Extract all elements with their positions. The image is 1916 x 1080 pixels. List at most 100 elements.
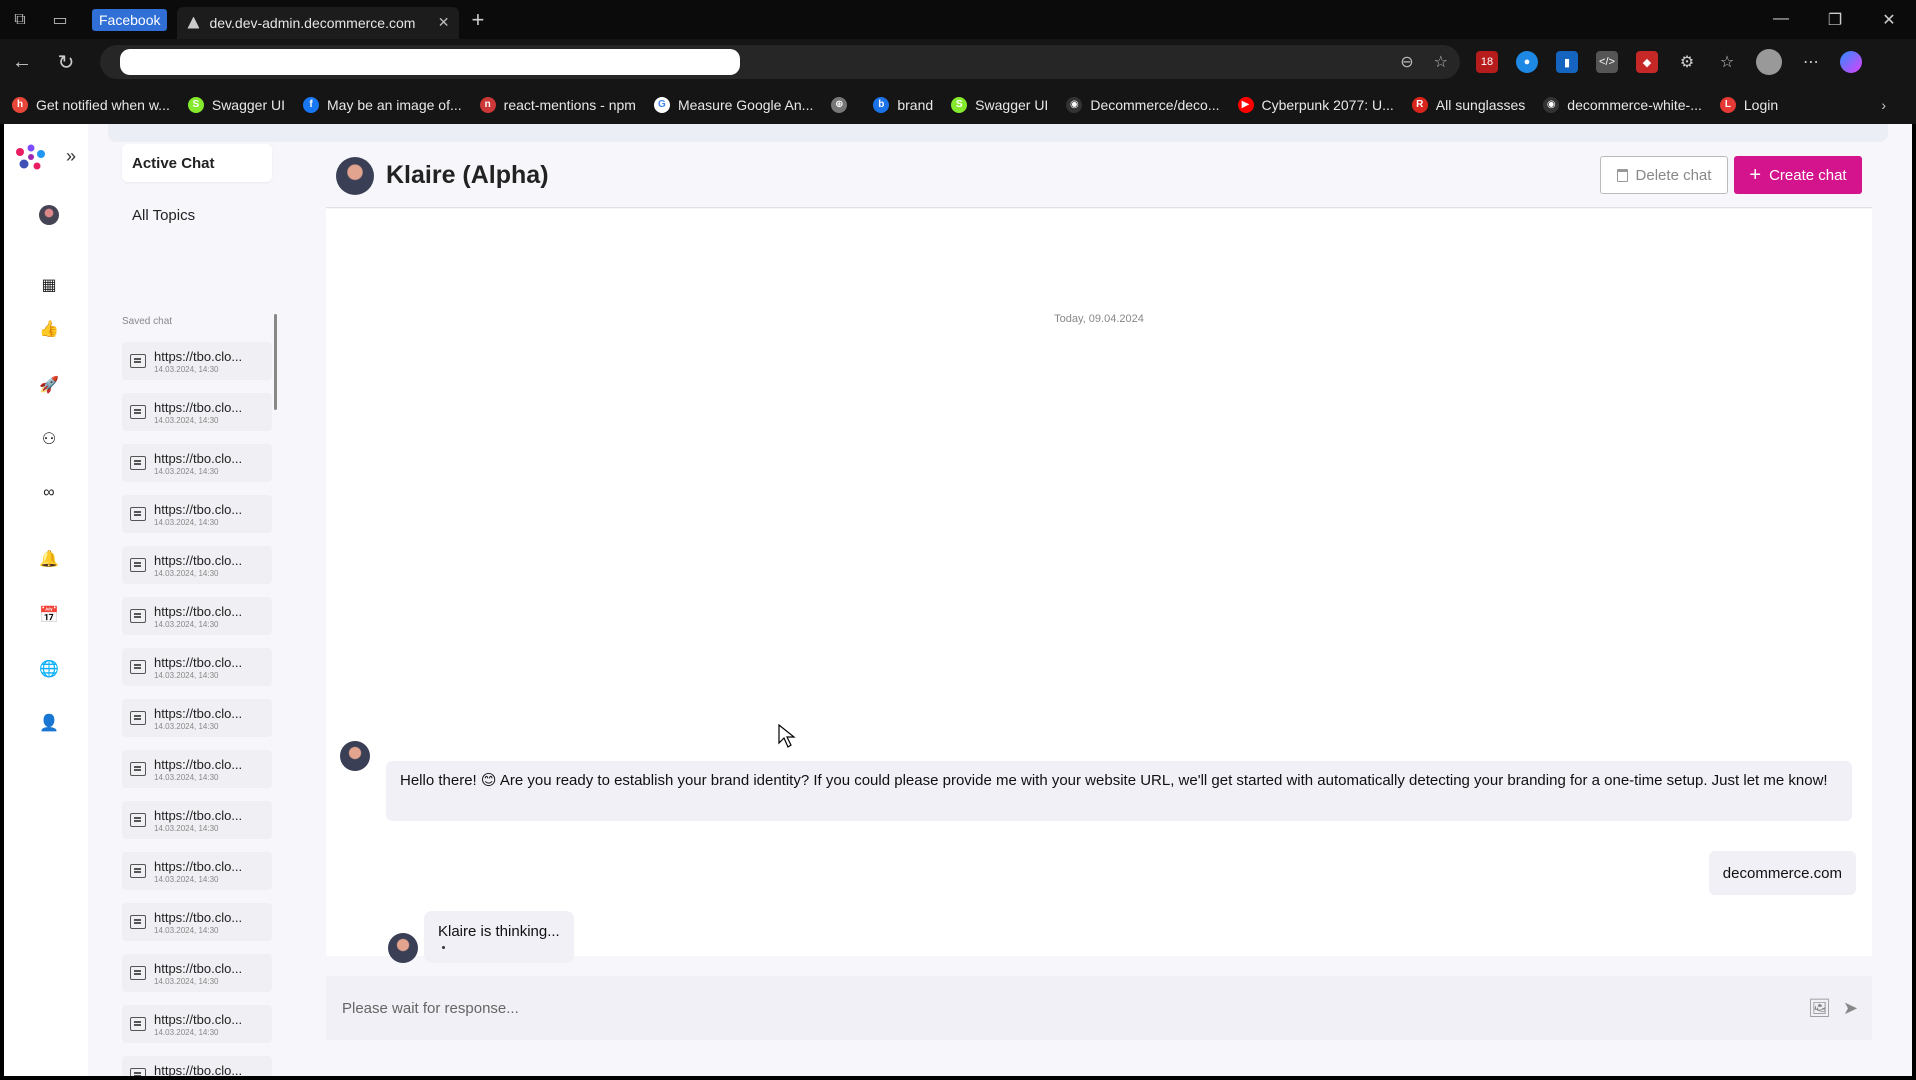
close-window-icon[interactable]: ✕: [1862, 10, 1916, 30]
analytics-icon[interactable]: ▦: [38, 274, 60, 296]
send-icon[interactable]: ➤: [1843, 998, 1858, 1019]
bookmark-item[interactable]: ◉ decommerce-white-...: [1543, 96, 1702, 113]
extension-code-icon[interactable]: </>: [1596, 51, 1618, 73]
bookmark-label: Swagger UI: [975, 96, 1049, 113]
bookmark-favicon-icon: R: [1411, 96, 1428, 113]
bookmark-favicon-icon: n: [479, 96, 496, 113]
bookmark-item[interactable]: f May be an image of...: [303, 96, 462, 113]
extension-red-icon[interactable]: ◆: [1636, 51, 1658, 73]
saved-chat-date: 14.03.2024, 14:30: [154, 568, 219, 578]
bookmark-favicon-icon: f: [303, 96, 320, 113]
saved-chat-item[interactable]: https://tbo.clo...14.03.2024, 14:30: [122, 903, 272, 941]
bookmark-item[interactable]: S Swagger UI: [187, 96, 285, 113]
hierarchy-icon[interactable]: ⚇: [38, 428, 60, 450]
thumbs-up-icon[interactable]: 👍: [38, 318, 60, 340]
bookmark-item[interactable]: n react-mentions - npm: [479, 96, 636, 113]
all-topics-button[interactable]: All Topics: [122, 196, 272, 234]
saved-list-scrollbar[interactable]: [274, 314, 277, 410]
browser-window: ⧉ ▭ Facebook dev.dev-admin.decommerce.co…: [0, 0, 1916, 1080]
message-composer: 🖼 ➤: [326, 976, 1872, 1040]
extension-trello-icon[interactable]: ▮: [1556, 51, 1578, 73]
bookmarks-overflow-icon[interactable]: ›: [1881, 97, 1886, 113]
bookmark-item[interactable]: b brand: [873, 96, 933, 113]
saved-chat-item[interactable]: https://tbo.clo...14.03.2024, 14:30: [122, 750, 272, 788]
saved-chat-text: https://tbo.clo...14.03.2024, 14:30: [154, 808, 242, 833]
tab-actions-icon[interactable]: ▭: [40, 0, 80, 39]
bookmark-item[interactable]: S Swagger UI: [951, 96, 1049, 113]
saved-chat-date: 14.03.2024, 14:30: [154, 976, 219, 986]
bookmark-item[interactable]: ⊕: [831, 96, 855, 113]
reload-icon[interactable]: ↻: [44, 50, 88, 75]
delete-chat-button[interactable]: Delete chat: [1600, 156, 1728, 194]
bookmark-item[interactable]: ◉ Decommerce/deco...: [1066, 96, 1220, 113]
saved-chat-title: https://tbo.clo...: [154, 501, 243, 517]
active-chat-button[interactable]: Active Chat: [122, 144, 272, 182]
active-tab[interactable]: dev.dev-admin.decommerce.com ✕: [177, 6, 460, 39]
extension-circle-icon[interactable]: ●: [1516, 51, 1538, 73]
saved-chat-item[interactable]: https://tbo.clo...14.03.2024, 14:30: [122, 444, 272, 482]
bookmark-item[interactable]: G Measure Google An...: [653, 96, 814, 113]
saved-chat-text: https://tbo.clo...14.03.2024, 14:30: [154, 502, 242, 527]
saved-chat-item[interactable]: https://tbo.clo...14.03.2024, 14:30: [122, 801, 272, 839]
saved-chat-item[interactable]: https://tbo.clo...14.03.2024, 14:30: [122, 954, 272, 992]
bot-message: Hello there! 😊 Are you ready to establis…: [386, 761, 1852, 821]
saved-chat-item[interactable]: https://tbo.clo...14.03.2024, 14:30: [122, 699, 272, 737]
bookmark-item[interactable]: L Login: [1719, 96, 1778, 113]
tab-group-label[interactable]: Facebook: [92, 8, 168, 31]
attach-image-icon[interactable]: 🖼: [1808, 998, 1831, 1019]
new-tab-icon[interactable]: +: [471, 7, 484, 33]
bookmark-item[interactable]: R All sunglasses: [1411, 96, 1525, 113]
saved-chat-item[interactable]: https://tbo.clo...14.03.2024, 14:30: [122, 393, 272, 431]
top-strip: [108, 124, 1888, 142]
saved-chat-date: 14.03.2024, 14:30: [154, 1027, 219, 1037]
saved-chat-item[interactable]: https://tbo.clo...14.03.2024, 14:30: [122, 597, 272, 635]
bookmark-label: Get notified when w...: [36, 96, 170, 113]
create-chat-button[interactable]: + Create chat: [1734, 156, 1862, 194]
back-icon[interactable]: ←: [0, 51, 44, 74]
saved-chat-item[interactable]: https://tbo.clo...14.03.2024, 14:30: [122, 546, 272, 584]
saved-chat-item[interactable]: https://tbo.clo...14.03.2024, 14:30: [122, 1056, 272, 1076]
profile-avatar[interactable]: [1756, 49, 1782, 75]
globe-icon[interactable]: 🌐: [38, 658, 60, 680]
zoom-icon[interactable]: ⊖: [1400, 52, 1413, 72]
composer-actions: 🖼 ➤: [1808, 998, 1858, 1019]
more-menu-icon[interactable]: ⋯: [1800, 51, 1822, 73]
copilot-icon[interactable]: [1840, 51, 1862, 73]
saved-chat-item[interactable]: https://tbo.clo...14.03.2024, 14:30: [122, 1005, 272, 1043]
saved-chat-text: https://tbo.clo...14.03.2024, 14:30: [154, 655, 242, 680]
workspaces-icon[interactable]: ⧉: [0, 0, 40, 39]
rail-avatar[interactable]: [38, 204, 60, 226]
bookmark-label: Measure Google An...: [677, 96, 814, 113]
app-logo-icon[interactable]: [12, 142, 50, 176]
bookmark-item[interactable]: ▶ Cyberpunk 2077: U...: [1237, 96, 1394, 113]
message-input[interactable]: [342, 999, 1809, 1017]
favorites-icon[interactable]: ☆: [1716, 51, 1738, 73]
extensions-puzzle-icon[interactable]: ⚙: [1676, 51, 1698, 73]
bell-icon[interactable]: 🔔: [38, 548, 60, 570]
saved-chat-title: https://tbo.clo...: [154, 705, 243, 721]
saved-chat-date: 14.03.2024, 14:30: [154, 721, 219, 731]
chat-bubble-icon: [130, 1068, 146, 1076]
saved-chat-item[interactable]: https://tbo.clo...14.03.2024, 14:30: [122, 342, 272, 380]
saved-chat-item[interactable]: https://tbo.clo...14.03.2024, 14:30: [122, 852, 272, 890]
bookmark-favicon-icon: b: [873, 96, 890, 113]
restore-icon[interactable]: ❐: [1808, 10, 1862, 30]
saved-chat-item[interactable]: https://tbo.clo...14.03.2024, 14:30: [122, 495, 272, 533]
favorite-star-icon[interactable]: ☆: [1434, 52, 1448, 72]
address-bar[interactable]: ⊖ ☆: [100, 45, 1460, 79]
mouse-cursor-icon: [778, 724, 796, 748]
delete-chat-label: Delete chat: [1635, 166, 1712, 184]
rocket-icon[interactable]: 🚀: [38, 374, 60, 396]
saved-chat-item[interactable]: https://tbo.clo...14.03.2024, 14:30: [122, 648, 272, 686]
close-tab-icon[interactable]: ✕: [438, 14, 450, 31]
minimize-icon[interactable]: —: [1754, 10, 1808, 30]
user-settings-icon[interactable]: 👤: [38, 712, 60, 734]
extension-badge-icon[interactable]: 18: [1476, 51, 1498, 73]
saved-chat-title: https://tbo.clo...: [154, 654, 243, 670]
integrations-icon[interactable]: ∞: [38, 482, 60, 504]
chat-bubble-icon: [130, 558, 146, 572]
bookmark-item[interactable]: h Get notified when w...: [12, 96, 170, 113]
calendar-icon[interactable]: 📅: [38, 604, 60, 626]
expand-rail-icon[interactable]: »: [66, 146, 76, 167]
saved-chat-date: 14.03.2024, 14:30: [154, 517, 219, 527]
